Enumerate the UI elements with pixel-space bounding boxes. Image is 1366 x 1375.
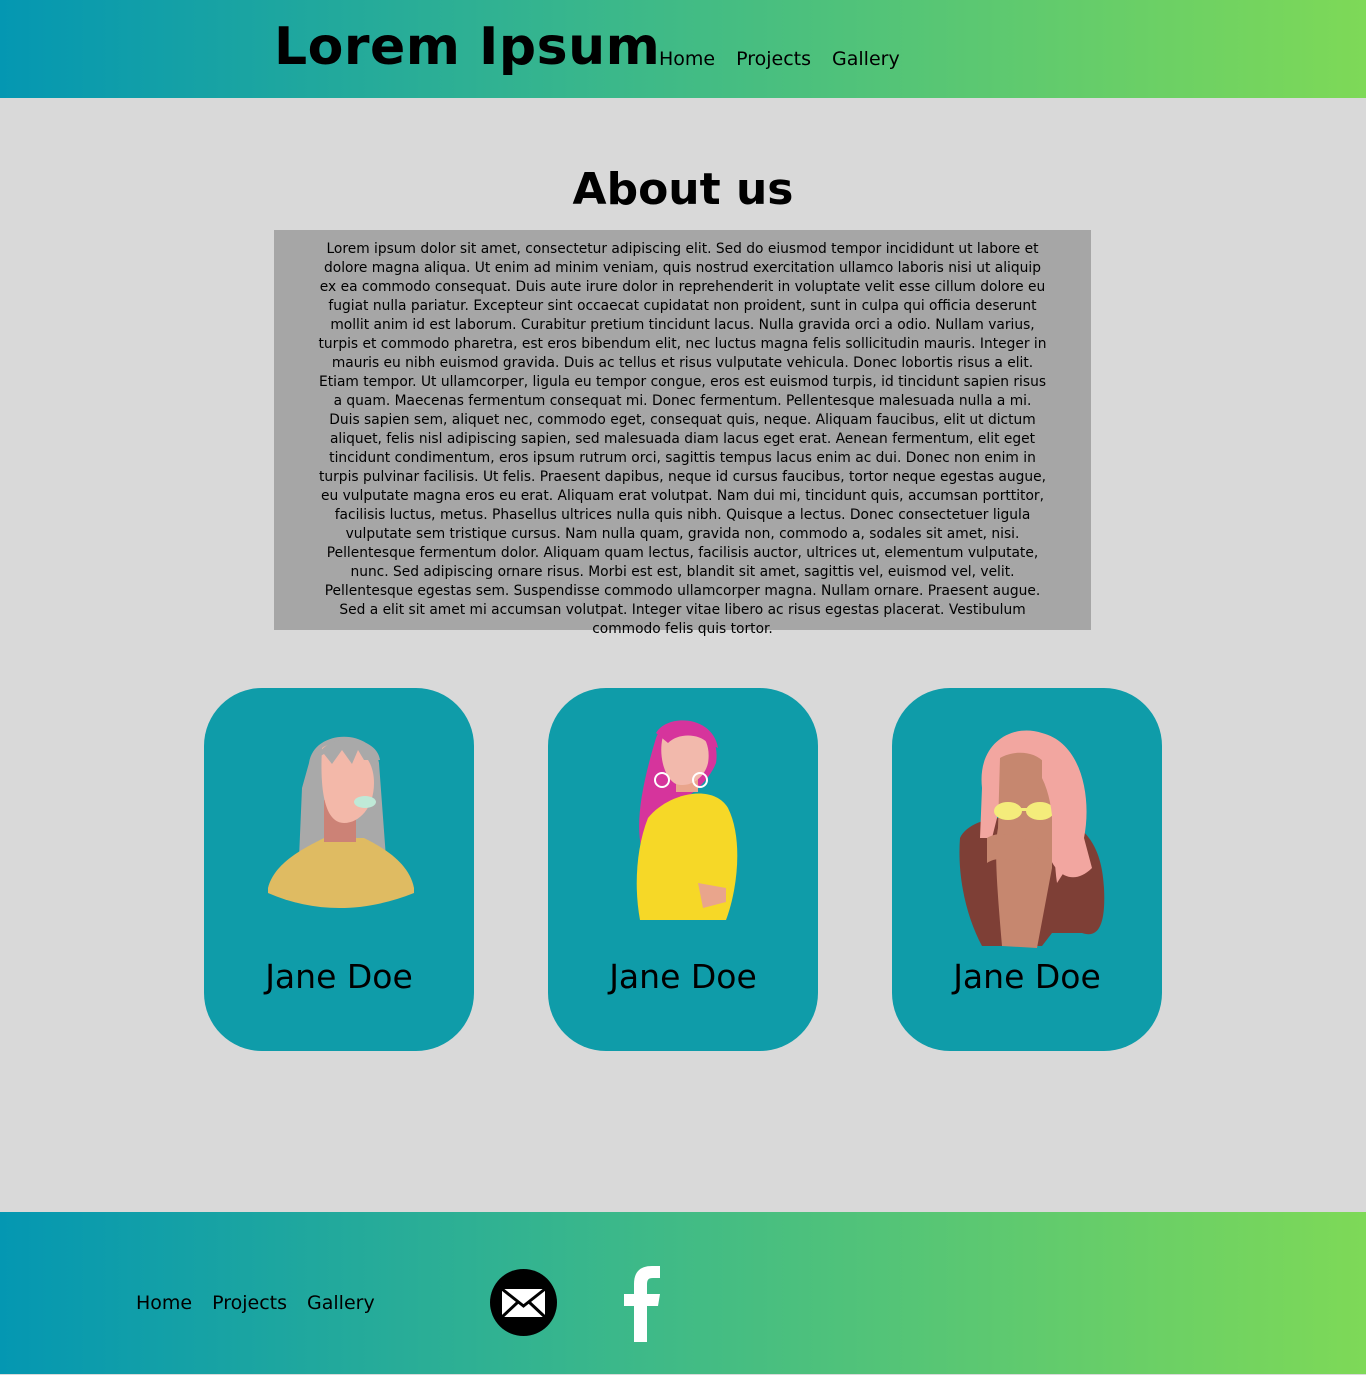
- facebook-icon[interactable]: [618, 1264, 666, 1342]
- nav-home-link[interactable]: Home: [659, 46, 715, 72]
- mail-icon[interactable]: [490, 1269, 557, 1336]
- footer-projects-link[interactable]: Projects: [212, 1290, 287, 1316]
- footer-nav: Home Projects Gallery: [136, 1290, 375, 1316]
- footer-gallery-link[interactable]: Gallery: [307, 1290, 375, 1316]
- envelope-icon: [500, 1287, 547, 1319]
- nav-gallery-link[interactable]: Gallery: [832, 46, 900, 72]
- site-footer: Home Projects Gallery: [0, 1212, 1366, 1374]
- site-header: Lorem Ipsum Home Projects Gallery: [0, 0, 1366, 98]
- top-nav: Home Projects Gallery: [659, 46, 900, 72]
- facebook-f-icon: [624, 1266, 660, 1342]
- site-brand[interactable]: Lorem Ipsum: [274, 12, 660, 82]
- nav-projects-link[interactable]: Projects: [736, 46, 811, 72]
- team-member-name: Jane Doe: [265, 957, 413, 996]
- about-text: Lorem ipsum dolor sit amet, consectetur …: [274, 230, 1091, 637]
- team-member-name: Jane Doe: [953, 957, 1101, 996]
- about-title: About us: [572, 164, 794, 215]
- footer-home-link[interactable]: Home: [136, 1290, 192, 1316]
- team-member-name: Jane Doe: [609, 957, 757, 996]
